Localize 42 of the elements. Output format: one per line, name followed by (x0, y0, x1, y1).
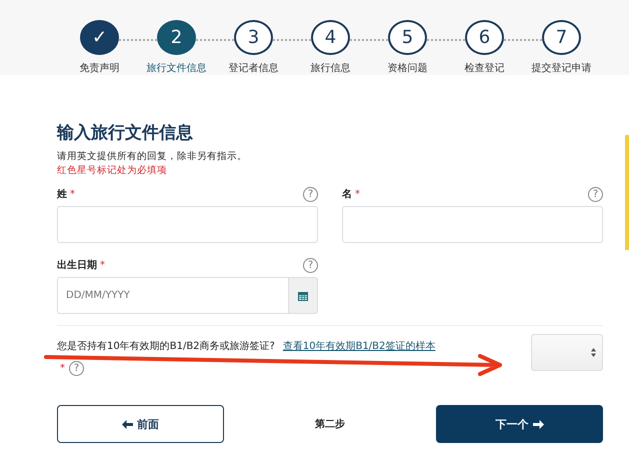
step-label: 免责声明 (80, 62, 120, 75)
instruction-text: 请用英文提供所有的回复，除非另有指示。 (57, 150, 248, 164)
required-asterisk: * (355, 188, 360, 200)
right-arrow-icon (532, 420, 544, 428)
form-title: 输入旅行文件信息 (57, 122, 194, 144)
step-label: 登记者信息 (228, 62, 278, 75)
dropdown[interactable] (531, 334, 603, 371)
question-text: 您是否持有10年有效期的B1/B2商务或旅游签证? (57, 340, 275, 353)
calendar-button[interactable] (288, 277, 318, 314)
date-field[interactable]: DD/MM/YYYY (57, 277, 288, 314)
calendar-icon (298, 290, 308, 300)
left-arrow-icon (122, 420, 133, 428)
step-circle[interactable]: ✓ (80, 20, 119, 55)
next-button[interactable]: 下一个 (436, 405, 603, 443)
text-field[interactable] (57, 206, 318, 243)
help-icon[interactable]: ? (588, 186, 603, 202)
step-label: 旅行文件信息 (146, 62, 206, 75)
required-note: 红色星号标记处为必填项 (57, 164, 168, 178)
step-circle[interactable]: 4 (311, 20, 350, 55)
text-field[interactable] (342, 206, 603, 243)
step-circle[interactable]: 3 (234, 20, 273, 55)
step-indicator: 第二步 (315, 418, 345, 431)
step-label: 提交登记申请 (532, 62, 592, 75)
required-asterisk: * (60, 363, 65, 374)
step-label: 检查登记 (464, 62, 504, 75)
field-label: 姓 (57, 188, 67, 201)
required-asterisk: * (70, 188, 75, 200)
help-icon[interactable]: ? (303, 258, 318, 272)
back-button[interactable]: 前面 (57, 405, 224, 443)
help-icon[interactable]: ? (303, 186, 318, 202)
help-icon[interactable]: ? (69, 361, 84, 376)
step-circle[interactable]: 5 (388, 20, 427, 55)
required-asterisk: * (100, 260, 105, 270)
step-label: 资格问题 (388, 62, 428, 75)
field-label: 出生日期 (57, 258, 97, 272)
updown-icon (591, 348, 596, 357)
step-circle[interactable]: 2 (157, 20, 196, 55)
sample-link[interactable]: 查看10年有效期B1/B2签证的样本 (282, 339, 436, 353)
field-label: 名 (342, 188, 352, 201)
step-circle[interactable]: 7 (542, 20, 581, 55)
step-circle[interactable]: 6 (465, 20, 504, 55)
step-label: 旅行信息 (310, 62, 350, 75)
